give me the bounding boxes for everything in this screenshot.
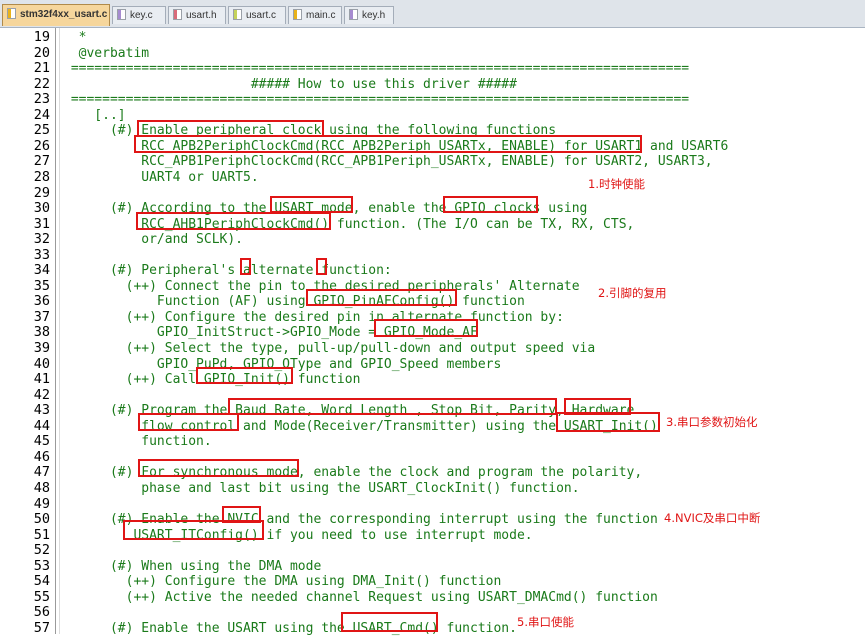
c-file-icon bbox=[293, 9, 302, 20]
tab-stm32f4xx-usart-c[interactable]: stm32f4xx_usart.c bbox=[2, 4, 110, 26]
line-number: 55 bbox=[33, 588, 50, 605]
line-number: 25 bbox=[33, 122, 50, 139]
line-number: 45 bbox=[33, 433, 50, 450]
line-number: 27 bbox=[33, 153, 50, 170]
code-line: RCC_APB1PeriphClockCmd(RCC_APB1Periph_US… bbox=[63, 154, 713, 170]
line-number: 32 bbox=[33, 231, 50, 248]
highlight-usart-cmd bbox=[341, 612, 438, 632]
tab-usart-c[interactable]: usart.c bbox=[228, 6, 286, 24]
line-number: 21 bbox=[33, 60, 50, 77]
file-tab-bar: stm32f4xx_usart.c key.c usart.h usart.c … bbox=[0, 0, 865, 28]
line-number: 22 bbox=[33, 75, 50, 92]
code-line: * bbox=[63, 30, 87, 45]
line-number: 23 bbox=[33, 91, 50, 108]
highlight-flow-control bbox=[138, 413, 239, 431]
highlight-alternate-a bbox=[240, 258, 251, 275]
annotation-pin-remap: 2.引脚的复用 bbox=[598, 286, 667, 300]
highlight-usart-mode bbox=[270, 196, 353, 213]
line-number: 38 bbox=[33, 324, 50, 341]
code-line: or/and SCLK). bbox=[63, 232, 244, 248]
c-file-icon bbox=[7, 8, 16, 19]
code-editor[interactable]: 19 * 20 @verbatim 21 =====================… bbox=[0, 28, 865, 636]
c-file-icon bbox=[233, 9, 242, 20]
code-line: (++) Configure the desired pin in altern… bbox=[63, 309, 564, 325]
highlight-rcc-ahb1 bbox=[136, 212, 331, 230]
code-line: (++) Active the needed channel Request u… bbox=[63, 589, 658, 605]
line-number: 52 bbox=[33, 542, 50, 559]
highlight-gpio-init bbox=[196, 367, 293, 384]
line-number: 53 bbox=[33, 557, 50, 574]
line-number: 31 bbox=[33, 215, 50, 232]
highlight-gpio-pinafconfig bbox=[306, 289, 457, 306]
line-number: 42 bbox=[33, 386, 50, 403]
highlight-usart-init bbox=[556, 412, 660, 432]
line-number: 19 bbox=[33, 29, 50, 45]
tab-main-c[interactable]: main.c bbox=[288, 6, 342, 24]
code-line: (#) Peripheral's alternate function: bbox=[63, 263, 392, 279]
highlight-rcc-apb2-for-usart1 bbox=[134, 135, 642, 153]
tab-label: usart.c bbox=[246, 10, 277, 21]
h-file-icon bbox=[173, 9, 182, 20]
line-number: 20 bbox=[33, 44, 50, 61]
line-number: 24 bbox=[33, 106, 50, 123]
annotation-nvic-interrupt: 4.NVIC及串口中断 bbox=[664, 511, 761, 525]
line-number: 56 bbox=[33, 604, 50, 621]
highlight-alternate-f bbox=[316, 258, 327, 275]
highlight-gpio-mode-af bbox=[374, 319, 478, 337]
c-file-icon bbox=[117, 9, 126, 20]
annotation-param-init: 3.串口参数初始化 bbox=[666, 415, 758, 429]
line-number: 41 bbox=[33, 371, 50, 388]
tab-label: main.c bbox=[306, 10, 336, 21]
line-number: 37 bbox=[33, 308, 50, 325]
code-line: (++) Select the type, pull-up/pull-down … bbox=[63, 341, 596, 356]
line-number: 30 bbox=[33, 200, 50, 217]
line-number: 46 bbox=[33, 448, 50, 465]
tab-label: key.h bbox=[362, 10, 386, 21]
code-line: ##### How to use this driver ##### bbox=[63, 76, 517, 92]
code-line: (#) When using the DMA mode bbox=[63, 558, 322, 574]
line-number: 40 bbox=[33, 355, 50, 372]
tab-label: stm32f4xx_usart.c bbox=[20, 9, 108, 20]
line-number: 36 bbox=[33, 293, 50, 310]
line-number: 26 bbox=[33, 137, 50, 154]
highlight-gpio-clocks bbox=[443, 196, 538, 213]
code-line: phase and last bit using the USART_Clock… bbox=[63, 480, 580, 496]
code-line: @verbatim bbox=[63, 45, 150, 61]
line-number: 43 bbox=[33, 402, 50, 419]
line-number: 28 bbox=[33, 168, 50, 185]
code-line: UART4 or UART5. bbox=[63, 169, 259, 185]
line-number: 54 bbox=[33, 573, 50, 590]
tab-key-h[interactable]: key.h bbox=[344, 6, 394, 24]
annotation-clock-enable: 1.时钟使能 bbox=[588, 177, 645, 191]
tab-label: key.c bbox=[130, 10, 153, 21]
line-number: 47 bbox=[33, 464, 50, 481]
tab-usart-h[interactable]: usart.h bbox=[168, 6, 226, 24]
h-file-icon bbox=[349, 9, 358, 20]
line-number: 49 bbox=[33, 495, 50, 512]
line-number: 50 bbox=[33, 511, 50, 528]
line-number: 48 bbox=[33, 479, 50, 496]
line-number: 35 bbox=[33, 277, 50, 294]
code-line: (++) Configure the DMA using DMA_Init() … bbox=[63, 574, 502, 590]
code-line: ========================================… bbox=[63, 92, 690, 108]
line-number: 44 bbox=[33, 417, 50, 434]
line-number: 29 bbox=[33, 184, 50, 201]
highlight-synchronous-mode bbox=[138, 459, 299, 477]
highlight-usart-itconfig bbox=[123, 520, 264, 540]
code-line: function. bbox=[63, 434, 212, 450]
code-line: ========================================… bbox=[63, 61, 690, 77]
tab-label: usart.h bbox=[186, 10, 217, 21]
code-line: [..] bbox=[63, 107, 126, 123]
line-number: 34 bbox=[33, 262, 50, 279]
annotation-usart-enable: 5.串口使能 bbox=[517, 615, 574, 629]
line-number: 39 bbox=[33, 340, 50, 356]
tab-key-c[interactable]: key.c bbox=[112, 6, 166, 24]
highlight-baud-rate-params bbox=[228, 398, 557, 415]
line-number: 51 bbox=[33, 526, 50, 543]
line-number: 33 bbox=[33, 246, 50, 263]
